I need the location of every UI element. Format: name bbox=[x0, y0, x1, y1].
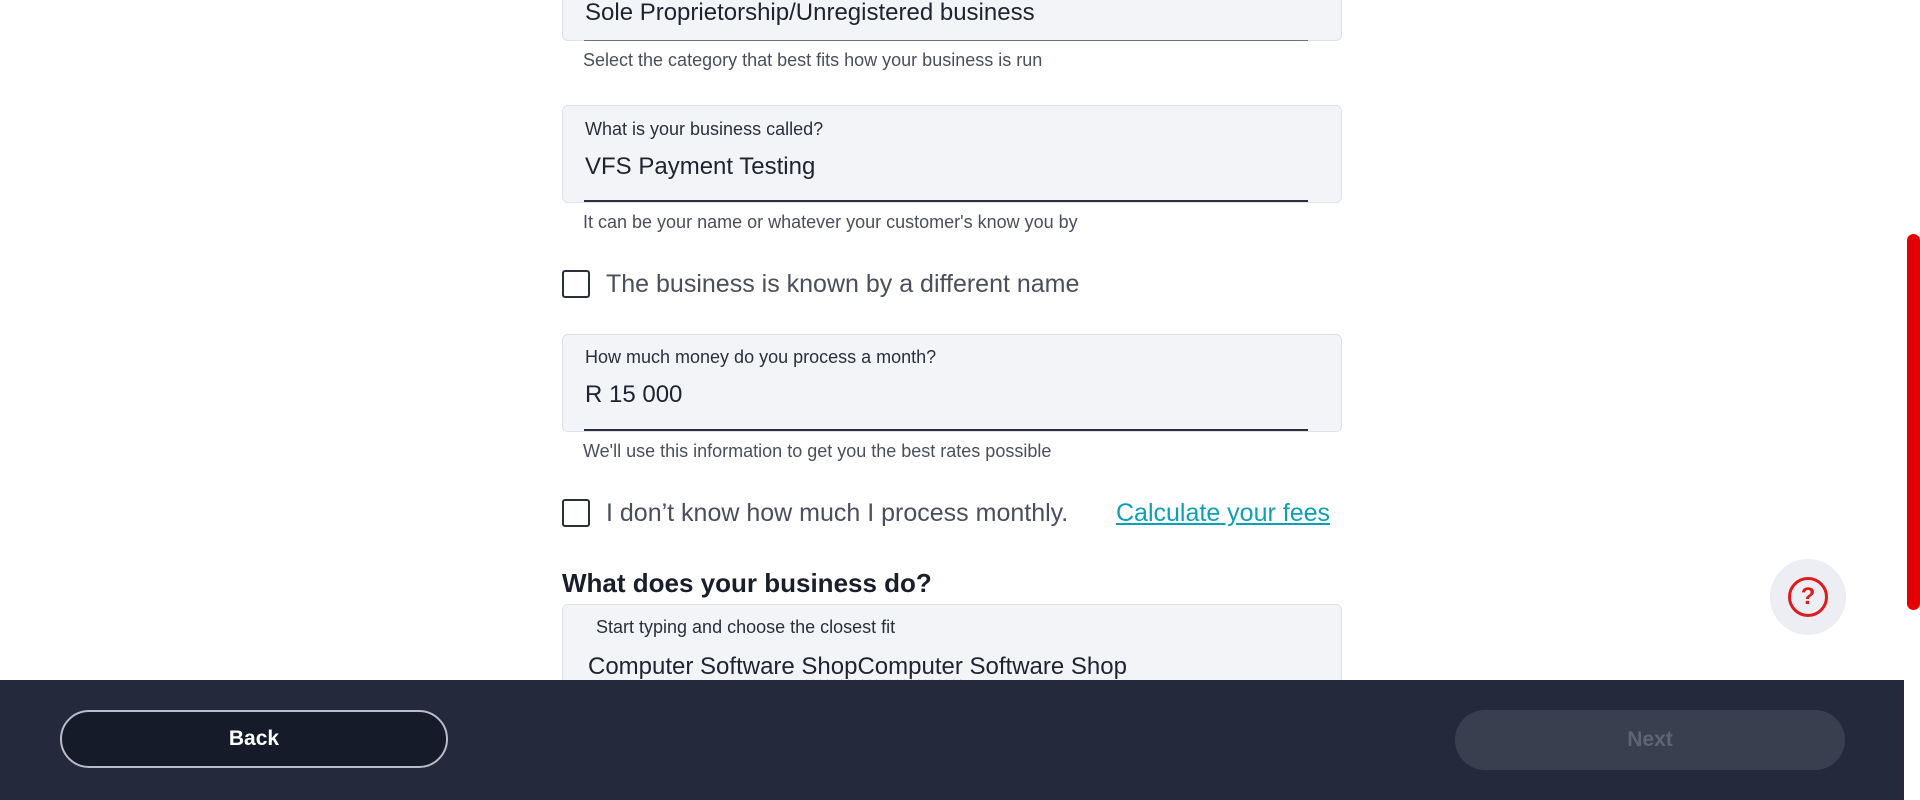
business-name-helper: It can be your name or whatever your cus… bbox=[583, 212, 1078, 232]
business-activity-value-misspelled: ShopComputer bbox=[801, 653, 963, 680]
monthly-volume-label: How much money do you process a month? bbox=[585, 347, 937, 367]
business-activity-value-part2: Software Shop bbox=[962, 653, 1127, 680]
different-name-label[interactable]: The business is known by a different nam… bbox=[606, 270, 1079, 299]
monthly-volume-helper: We'll use this information to get you th… bbox=[583, 441, 1052, 461]
next-button[interactable]: Next bbox=[1455, 710, 1845, 770]
business-activity-value-part1: Computer Software bbox=[588, 653, 802, 680]
monthly-volume-value: R 15 000 bbox=[585, 381, 683, 408]
business-type-field[interactable]: Sole Proprietorship/Unregistered busines… bbox=[562, 0, 1342, 41]
calculate-fees-link[interactable]: Calculate your fees bbox=[1116, 499, 1330, 528]
business-type-value: Sole Proprietorship/Unregistered busines… bbox=[585, 0, 1035, 26]
business-type-underline bbox=[584, 40, 1308, 41]
footer-bar: Back Next bbox=[0, 680, 1904, 800]
monthly-volume-field[interactable]: How much money do you process a month? R… bbox=[562, 334, 1342, 432]
business-activity-title: What does your business do? bbox=[562, 568, 932, 598]
unknown-volume-checkbox[interactable] bbox=[562, 499, 590, 527]
business-name-label: What is your business called? bbox=[585, 119, 824, 139]
help-button[interactable]: ? bbox=[1770, 559, 1846, 635]
back-button[interactable]: Back bbox=[60, 710, 448, 768]
scrollbar-thumb[interactable] bbox=[1907, 234, 1920, 610]
business-name-value: VFS Payment Testing bbox=[585, 153, 816, 180]
different-name-checkbox[interactable] bbox=[562, 270, 590, 298]
business-activity-value[interactable]: Computer Software ShopComputer Software … bbox=[588, 653, 1127, 681]
unknown-volume-row[interactable]: I don’t know how much I process monthly. bbox=[562, 497, 1068, 529]
business-name-underline bbox=[584, 200, 1308, 202]
different-name-row[interactable]: The business is known by a different nam… bbox=[562, 268, 1079, 300]
business-type-helper: Select the category that best fits how y… bbox=[583, 50, 1043, 70]
question-circle-icon: ? bbox=[1788, 577, 1828, 617]
monthly-volume-underline bbox=[584, 429, 1308, 431]
page: Sole Proprietorship/Unregistered busines… bbox=[0, 0, 1920, 800]
business-name-field[interactable]: What is your business called? VFS Paymen… bbox=[562, 105, 1342, 203]
unknown-volume-label[interactable]: I don’t know how much I process monthly. bbox=[606, 499, 1068, 528]
help-glyph: ? bbox=[1800, 583, 1816, 610]
business-activity-label: Start typing and choose the closest fit bbox=[596, 617, 896, 637]
